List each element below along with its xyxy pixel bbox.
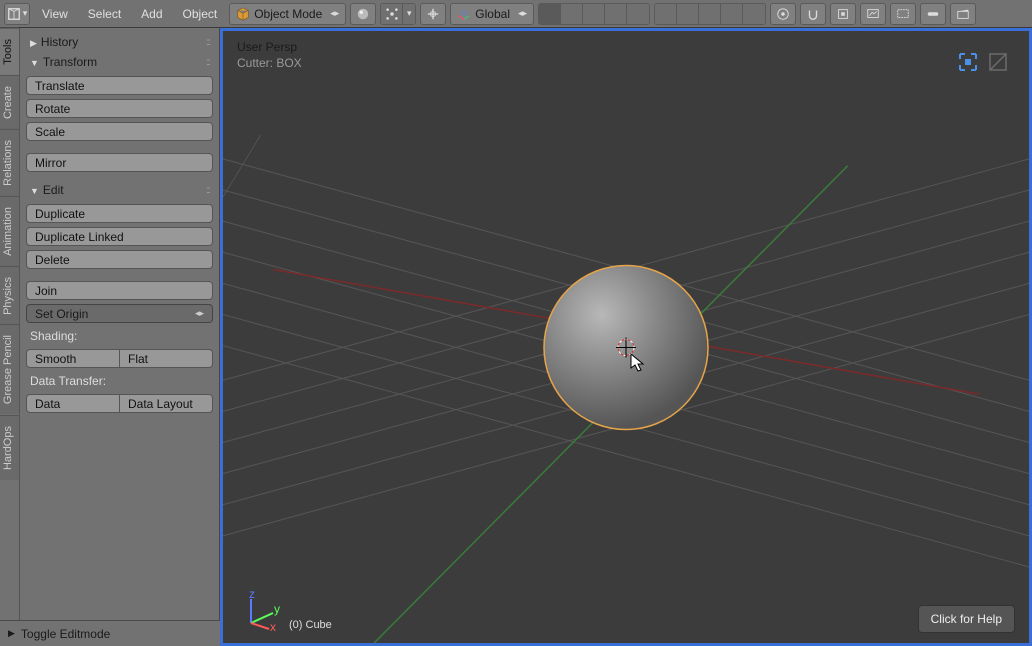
layer-cell[interactable] [721,4,743,24]
vtab-relations[interactable]: Relations [0,129,19,196]
expand-icon[interactable] [987,51,1009,73]
snap-icon[interactable] [800,3,826,25]
layer-cell[interactable] [743,4,765,24]
triangle-right-icon: ▶ [30,38,37,48]
snap-target-icon[interactable] [830,3,856,25]
menu-select[interactable]: Select [80,3,129,25]
data-button[interactable]: Data [26,394,120,413]
chevron-updown-icon: ◂▸ [330,9,339,18]
transform-title: Transform [43,55,97,69]
data-transfer-label: Data Transfer: [26,372,213,390]
cube-icon [236,7,250,21]
svg-text:z: z [249,591,255,601]
help-button[interactable]: Click for Help [918,605,1015,633]
camera-frame-icon[interactable] [957,51,979,73]
flat-button[interactable]: Flat [120,349,213,368]
layer-cell[interactable] [561,4,583,24]
rotate-button[interactable]: Rotate [26,99,213,118]
footer-bar[interactable]: ▶ Toggle Editmode [0,620,220,646]
join-button[interactable]: Join [26,281,213,300]
mode-dropdown[interactable]: Object Mode ◂▸ [229,3,346,25]
render-border-icon[interactable] [890,3,916,25]
vtab-physics[interactable]: Physics [0,266,19,325]
history-panel-header[interactable]: ▶ History :::: [24,32,215,52]
proportional-edit-icon[interactable] [770,3,796,25]
translate-button[interactable]: Translate [26,76,213,95]
layer-cell[interactable] [627,4,649,24]
layer-cell[interactable] [605,4,627,24]
layer-cell[interactable] [583,4,605,24]
layer-cell[interactable] [699,4,721,24]
duplicate-button[interactable]: Duplicate [26,204,213,223]
render-preview-icon[interactable] [860,3,886,25]
toggle-editmode-label: Toggle Editmode [21,627,110,641]
mode-label: Object Mode [254,7,322,21]
cutter-label: Cutter: BOX [237,55,302,71]
history-title: History [41,35,78,49]
top-header: ▾ View Select Add Object Object Mode ◂▸ … [0,0,1032,28]
grip-icon: :::: [206,57,209,68]
svg-text:x: x [270,620,276,631]
3d-cursor [612,334,640,365]
transform-panel-header[interactable]: ▼ Transform :::: [24,52,215,72]
chevron-updown-icon: ◂▸ [518,9,527,18]
vtab-tools[interactable]: Tools [0,28,19,75]
chevron-updown-icon: ◂▸ [195,308,204,319]
vtab-animation[interactable]: Animation [0,196,19,266]
data-layout-button[interactable]: Data Layout [120,394,213,413]
shading-sphere-icon[interactable] [350,3,376,25]
menu-add[interactable]: Add [133,3,170,25]
clapperboard-icon[interactable] [950,3,976,25]
grip-icon: :::: [206,37,209,48]
persp-label: User Persp [237,39,302,55]
edit-panel-header[interactable]: ▼ Edit :::: [24,180,215,200]
record-icon[interactable] [920,3,946,25]
vtab-create[interactable]: Create [0,75,19,129]
layer-cell[interactable] [677,4,699,24]
vtab-grease-pencil[interactable]: Grease Pencil [0,324,19,414]
delete-button[interactable]: Delete [26,250,213,269]
layer-cell[interactable] [655,4,677,24]
orientation-label: Global [475,7,510,21]
axis-gizmo: z y x [241,591,281,631]
layer-cell[interactable] [539,4,561,24]
layers-group-a[interactable] [538,3,650,25]
grip-icon: :::: [206,185,209,196]
triangle-right-icon: ▶ [8,628,15,639]
pivot-group[interactable]: ▾ [380,3,416,25]
viewport-info: User Persp Cutter: BOX [237,39,302,71]
menu-object[interactable]: Object [175,3,226,25]
smooth-button[interactable]: Smooth [26,349,120,368]
triangle-down-icon: ▼ [30,58,39,68]
3d-viewport[interactable]: User Persp Cutter: BOX z y x (0) Cube Cl… [220,28,1032,646]
triangle-down-icon: ▼ [30,186,39,196]
mirror-button[interactable]: Mirror [26,153,213,172]
axis-icon [457,7,471,21]
manipulator-toggle-icon[interactable] [420,3,446,25]
edit-title: Edit [43,183,64,197]
menu-view[interactable]: View [34,3,76,25]
duplicate-linked-button[interactable]: Duplicate Linked [26,227,213,246]
layers-group-b[interactable] [654,3,766,25]
set-origin-dropdown[interactable]: Set Origin ◂▸ [26,304,213,323]
orientation-dropdown[interactable]: Global ◂▸ [450,3,534,25]
pivot-icon[interactable] [381,4,403,24]
vtab-hardops[interactable]: HardOps [0,415,19,480]
tool-shelf: ▶History :::: ▼Transform :::: Translate … [20,28,220,646]
svg-text:y: y [274,602,280,616]
shading-label: Shading: [26,327,213,345]
scale-button[interactable]: Scale [26,122,213,141]
editor-type-dropdown[interactable]: ▾ [4,3,30,25]
vertical-tabs: Tools Create Relations Animation Physics… [0,28,20,646]
active-object-label: (0) Cube [289,619,332,631]
pivot-dropdown-arrow[interactable]: ▾ [403,4,415,24]
